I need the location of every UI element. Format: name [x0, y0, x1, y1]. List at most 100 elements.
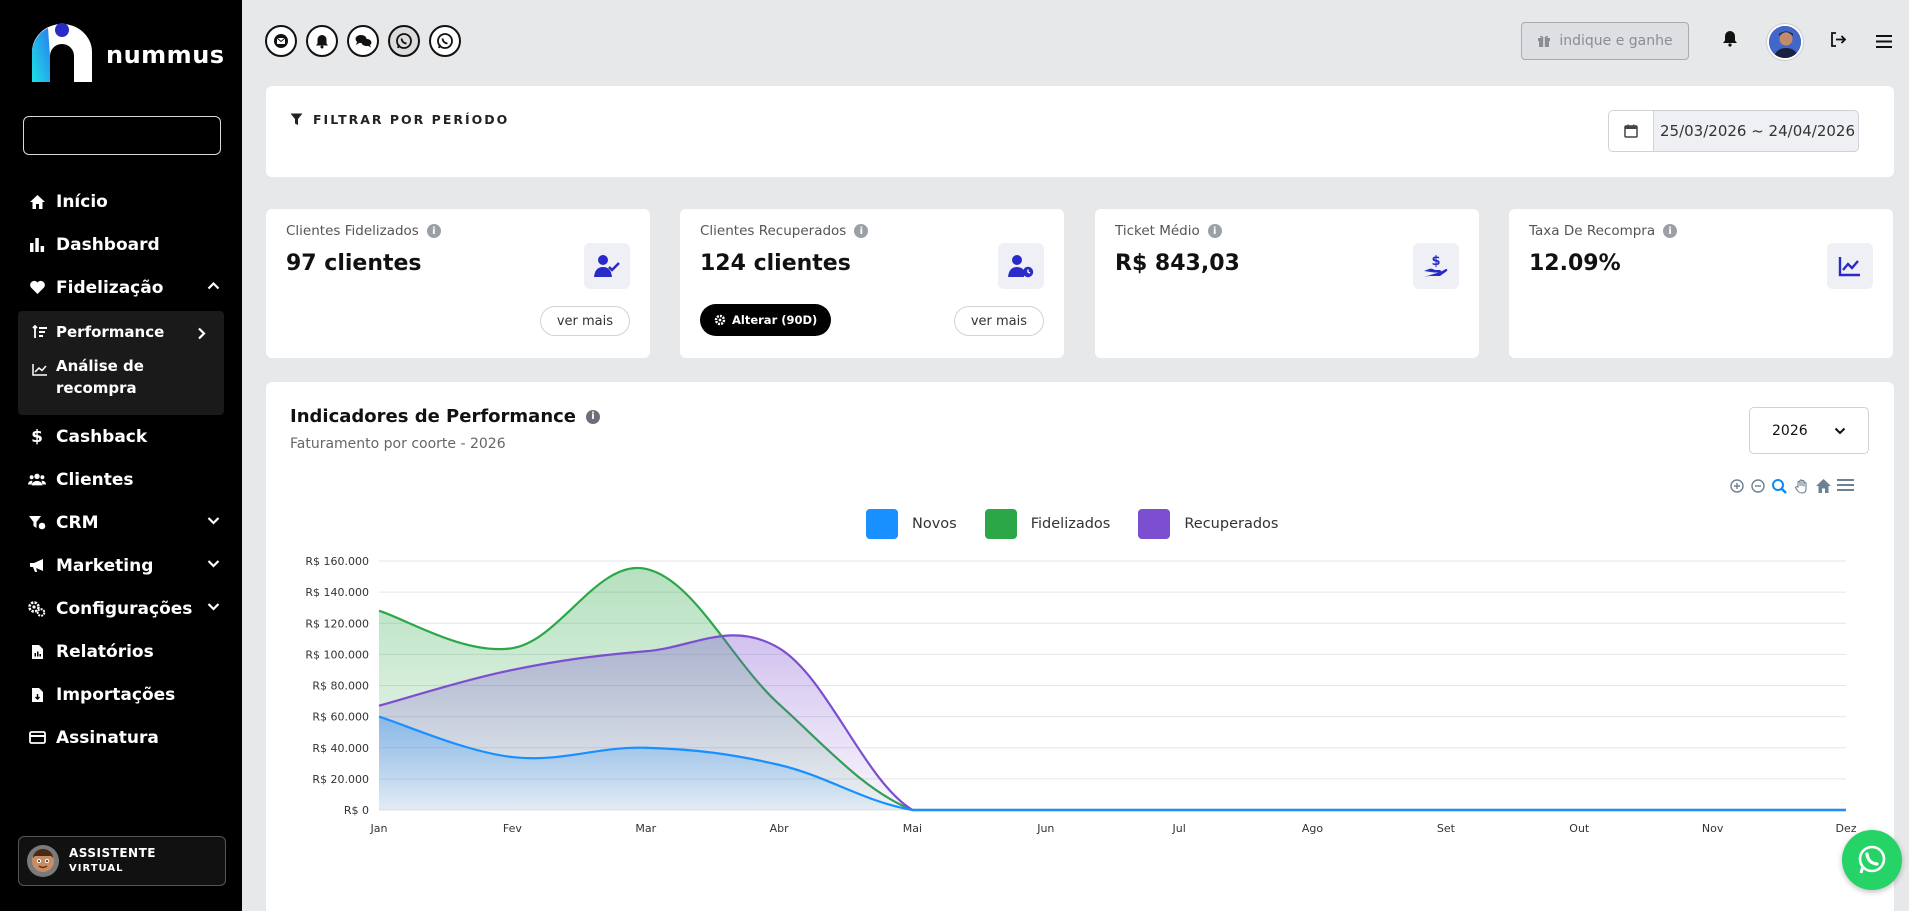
- sidebar-item-label: CRM: [56, 512, 99, 533]
- sidebar-item-assinatura[interactable]: Assinatura: [0, 716, 242, 759]
- chart-menu-icon[interactable]: [1837, 478, 1854, 494]
- stat-card-recuperados: Clientes Recuperados i 124 clientes Alter…: [680, 209, 1064, 358]
- performance-subtitle: Faturamento por coorte - 2026: [290, 436, 506, 452]
- notifications-shortcut-button[interactable]: [306, 25, 338, 57]
- menu-button[interactable]: [1876, 33, 1892, 52]
- user-check-icon: [584, 243, 630, 289]
- top-shortcuts: [265, 25, 461, 57]
- year-select-value: 2026: [1772, 422, 1808, 439]
- sidebar-subitem-analise-recompra[interactable]: Análise de recompra: [18, 351, 224, 409]
- chevron-right-icon: [198, 327, 206, 340]
- selection-zoom-icon[interactable]: [1771, 478, 1789, 494]
- legend-item-recuperados[interactable]: Recuperados: [1138, 509, 1278, 539]
- sidebar-item-inicio[interactable]: Início: [0, 180, 242, 223]
- legend-item-fidelizados[interactable]: Fidelizados: [984, 509, 1111, 539]
- gift-icon: [1538, 35, 1551, 47]
- user-avatar[interactable]: [1767, 24, 1803, 60]
- sidebar-subitem-performance[interactable]: Performance: [18, 313, 224, 351]
- performance-title: Indicadores de Performance i: [290, 406, 601, 427]
- sidebar-subitem-label-line1: Análise de: [56, 357, 144, 375]
- sidebar-item-configuracoes[interactable]: Configurações: [0, 587, 242, 630]
- whatsapp-shortcut-button-2[interactable]: [429, 25, 461, 57]
- info-icon[interactable]: i: [586, 409, 601, 424]
- stat-card-fidelizados: Clientes Fidelizados i 97 clientes ver ma…: [266, 209, 650, 358]
- gear-icon: [714, 314, 726, 326]
- x-tick-label: Jul: [1172, 822, 1186, 835]
- year-select[interactable]: 2026: [1749, 407, 1869, 454]
- bell-icon: [1723, 31, 1737, 47]
- indique-label: indique e ganhe: [1559, 33, 1673, 49]
- chat-shortcut-button[interactable]: [347, 25, 379, 57]
- credit-card-icon: [28, 729, 46, 747]
- stat-label: Taxa De Recompra i: [1529, 223, 1678, 239]
- sidebar-item-marketing[interactable]: Marketing: [0, 544, 242, 587]
- x-tick-label: Out: [1569, 822, 1590, 835]
- x-tick-label: Mai: [903, 822, 922, 835]
- chevron-up-icon: [207, 281, 220, 290]
- performance-card: Indicadores de Performance i Faturamento…: [266, 382, 1894, 911]
- y-tick-label: R$ 140.000: [305, 586, 369, 599]
- logout-button[interactable]: [1830, 32, 1847, 51]
- pan-hand-icon[interactable]: [1794, 478, 1810, 494]
- zoom-in-icon[interactable]: [1729, 478, 1745, 494]
- megaphone-icon: [28, 557, 46, 575]
- sidebar-search[interactable]: [23, 116, 221, 155]
- email-icon: [274, 34, 288, 48]
- legend-swatch: [866, 509, 898, 539]
- sidebar-item-crm[interactable]: CRM: [0, 501, 242, 544]
- filter-icon: [290, 113, 303, 125]
- bell-icon: [316, 34, 328, 48]
- sidebar-item-label: Assinatura: [56, 727, 159, 748]
- chevron-down-icon: [207, 517, 220, 525]
- date-range-picker[interactable]: 25/03/2026 ~ 24/04/2026: [1608, 110, 1859, 152]
- stat-label-text: Clientes Fidelizados: [286, 223, 419, 239]
- stat-value: 124 clientes: [700, 251, 851, 276]
- alterar-periodo-button[interactable]: Alterar (90D): [700, 304, 832, 336]
- sort-amount-icon: [32, 325, 48, 339]
- svg-text:$: $: [1431, 254, 1440, 269]
- whatsapp-icon: [437, 33, 453, 49]
- info-icon[interactable]: i: [426, 224, 441, 238]
- legend-label: Novos: [912, 516, 957, 532]
- legend-label: Fidelizados: [1030, 516, 1111, 532]
- assistant-avatar-icon: [27, 845, 59, 877]
- sidebar-item-clientes[interactable]: Clientes: [0, 458, 242, 501]
- sidebar-item-label: Importações: [56, 684, 176, 705]
- stat-value: 97 clientes: [286, 251, 422, 276]
- line-chart-icon: [32, 363, 48, 376]
- info-icon[interactable]: i: [854, 224, 869, 238]
- whatsapp-shortcut-button-1[interactable]: [388, 25, 420, 57]
- sidebar-nav: Início Dashboard Fidelização Performance…: [0, 180, 242, 759]
- whatsapp-float-button[interactable]: [1842, 830, 1902, 890]
- email-shortcut-button[interactable]: [265, 25, 297, 57]
- logout-icon: [1831, 32, 1847, 47]
- brand-logo[interactable]: nummus: [26, 22, 225, 84]
- y-tick-label: R$ 40.000: [312, 742, 369, 755]
- sidebar-item-importacoes[interactable]: Importações: [0, 673, 242, 716]
- y-tick-label: R$ 80.000: [312, 680, 369, 693]
- legend-item-novos[interactable]: Novos: [866, 509, 957, 539]
- fidelizacao-submenu: Performance Análise de recompra: [18, 311, 224, 415]
- reset-zoom-home-icon[interactable]: [1815, 478, 1832, 494]
- virtual-assistant-button[interactable]: ASSISTENTE VIRTUAL: [18, 836, 226, 886]
- stat-label: Clientes Recuperados i: [700, 223, 869, 239]
- zoom-out-icon[interactable]: [1750, 478, 1766, 494]
- sidebar-subitem-label: Performance: [56, 323, 165, 341]
- sidebar-item-label: Fidelização: [56, 277, 164, 298]
- info-icon[interactable]: i: [1663, 224, 1678, 238]
- y-tick-label: R$ 60.000: [312, 711, 369, 724]
- info-icon[interactable]: i: [1207, 224, 1222, 238]
- sidebar-item-cashback[interactable]: $ Cashback: [0, 415, 242, 458]
- sidebar: nummus Início Dashboard Fidelização Perf…: [0, 0, 242, 911]
- ver-mais-button[interactable]: ver mais: [539, 306, 630, 336]
- indique-e-ganhe-button[interactable]: indique e ganhe: [1521, 22, 1689, 60]
- sidebar-item-relatorios[interactable]: Relatórios: [0, 630, 242, 673]
- stat-value: R$ 843,03: [1115, 251, 1240, 276]
- stat-label-text: Taxa De Recompra: [1529, 223, 1656, 239]
- notifications-button[interactable]: [1722, 30, 1738, 51]
- x-tick-label: Dez: [1835, 822, 1856, 835]
- sidebar-item-dashboard[interactable]: Dashboard: [0, 223, 242, 266]
- sidebar-item-fidelizacao[interactable]: Fidelização: [0, 266, 242, 309]
- sidebar-search-input[interactable]: [24, 117, 220, 154]
- ver-mais-button[interactable]: ver mais: [953, 306, 1044, 336]
